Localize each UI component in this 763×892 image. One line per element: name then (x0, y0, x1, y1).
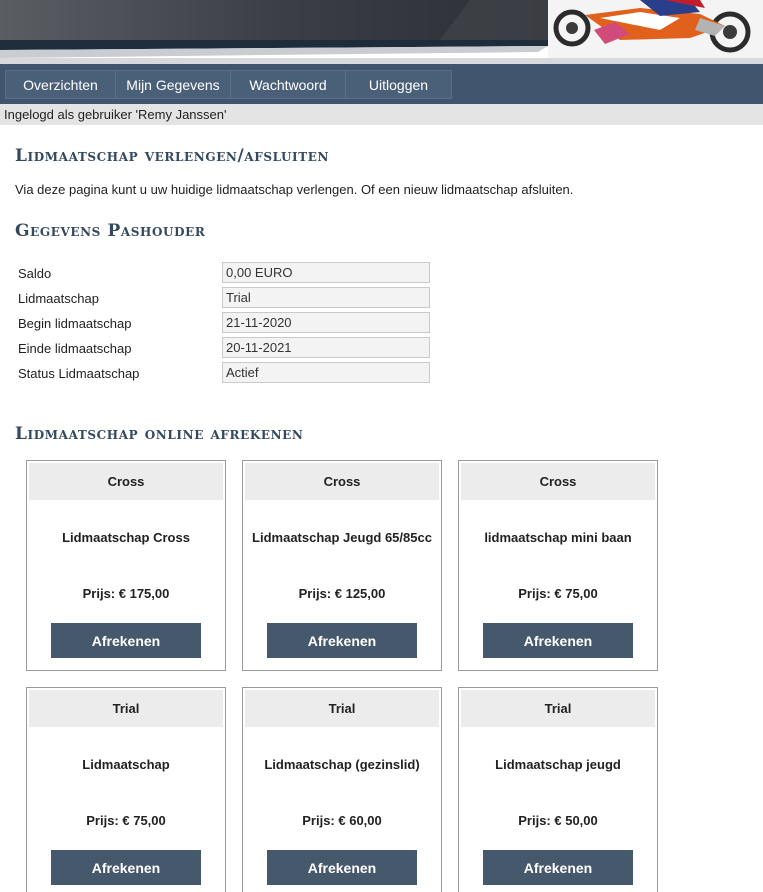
card-price: Prijs: € 75,00 (518, 586, 598, 601)
nav-item-uitloggen[interactable]: Uitloggen (346, 70, 452, 99)
nav-item-mijn-gegevens[interactable]: Mijn Gegevens (116, 70, 231, 99)
card-category: Cross (245, 463, 439, 500)
card-price: Prijs: € 75,00 (86, 813, 166, 828)
intro-text: Via deze pagina kunt u uw huidige lidmaa… (15, 182, 574, 197)
detail-label: Begin lidmaatschap (18, 316, 132, 331)
card-title: Lidmaatschap Jeugd 65/85cc (252, 530, 432, 545)
product-card: Trial Lidmaatschap Prijs: € 75,00 Afreke… (26, 687, 226, 892)
rider-image (548, 0, 763, 58)
afrekenen-button[interactable]: Afrekenen (51, 850, 201, 885)
card-category: Trial (29, 690, 223, 727)
login-status-bar: Ingelogd als gebruiker 'Remy Janssen' (0, 104, 763, 125)
card-price: Prijs: € 125,00 (298, 586, 386, 601)
detail-label: Saldo (18, 266, 52, 281)
begin-date-field[interactable]: 21-11-2020 (222, 312, 430, 333)
afrekenen-button[interactable]: Afrekenen (51, 623, 201, 658)
card-title: Lidmaatschap Cross (62, 530, 190, 545)
card-title: lidmaatschap mini baan (484, 530, 632, 545)
product-card: Cross lidmaatschap mini baan Prijs: € 75… (458, 460, 658, 671)
card-category: Trial (245, 690, 439, 727)
card-category: Cross (461, 463, 655, 500)
detail-label: Lidmaatschap (18, 291, 99, 306)
product-card: Cross Lidmaatschap Jeugd 65/85cc Prijs: … (242, 460, 442, 671)
card-category: Trial (461, 690, 655, 727)
detail-label: Einde lidmaatschap (18, 341, 132, 356)
main-navigation: Overzichten Mijn Gegevens Wachtwoord Uit… (0, 64, 763, 104)
saldo-field[interactable]: 0,00 EURO (222, 262, 430, 283)
end-date-field[interactable]: 20-11-2021 (222, 337, 430, 358)
card-price: Prijs: € 175,00 (82, 586, 170, 601)
status-field[interactable]: Actief (222, 362, 430, 383)
card-price: Prijs: € 60,00 (302, 813, 382, 828)
card-category: Cross (29, 463, 223, 500)
header-banner (0, 0, 763, 58)
card-price: Prijs: € 50,00 (518, 813, 598, 828)
product-card: Cross Lidmaatschap Cross Prijs: € 175,00… (26, 460, 226, 671)
online-section-title: Lidmaatschap online afrekenen (15, 424, 304, 444)
details-section-title: Gegevens Pashouder (15, 221, 206, 241)
card-title: Lidmaatschap (82, 757, 170, 772)
banner-graphic (0, 0, 763, 58)
product-card: Trial Lidmaatschap (gezinslid) Prijs: € … (242, 687, 442, 892)
afrekenen-button[interactable]: Afrekenen (483, 623, 633, 658)
nav-item-overzichten[interactable]: Overzichten (5, 70, 116, 99)
page-title: Lidmaatschap verlengen/afsluiten (15, 146, 330, 166)
afrekenen-button[interactable]: Afrekenen (483, 850, 633, 885)
lidmaatschap-field[interactable]: Trial (222, 287, 430, 308)
afrekenen-button[interactable]: Afrekenen (267, 623, 417, 658)
afrekenen-button[interactable]: Afrekenen (267, 850, 417, 885)
nav-item-wachtwoord[interactable]: Wachtwoord (231, 70, 346, 99)
product-card: Trial Lidmaatschap jeugd Prijs: € 50,00 … (458, 687, 658, 892)
nav-menu: Overzichten Mijn Gegevens Wachtwoord Uit… (5, 70, 452, 99)
card-title: Lidmaatschap jeugd (495, 757, 621, 772)
detail-label: Status Lidmaatschap (18, 366, 140, 381)
card-title: Lidmaatschap (gezinslid) (264, 757, 420, 772)
